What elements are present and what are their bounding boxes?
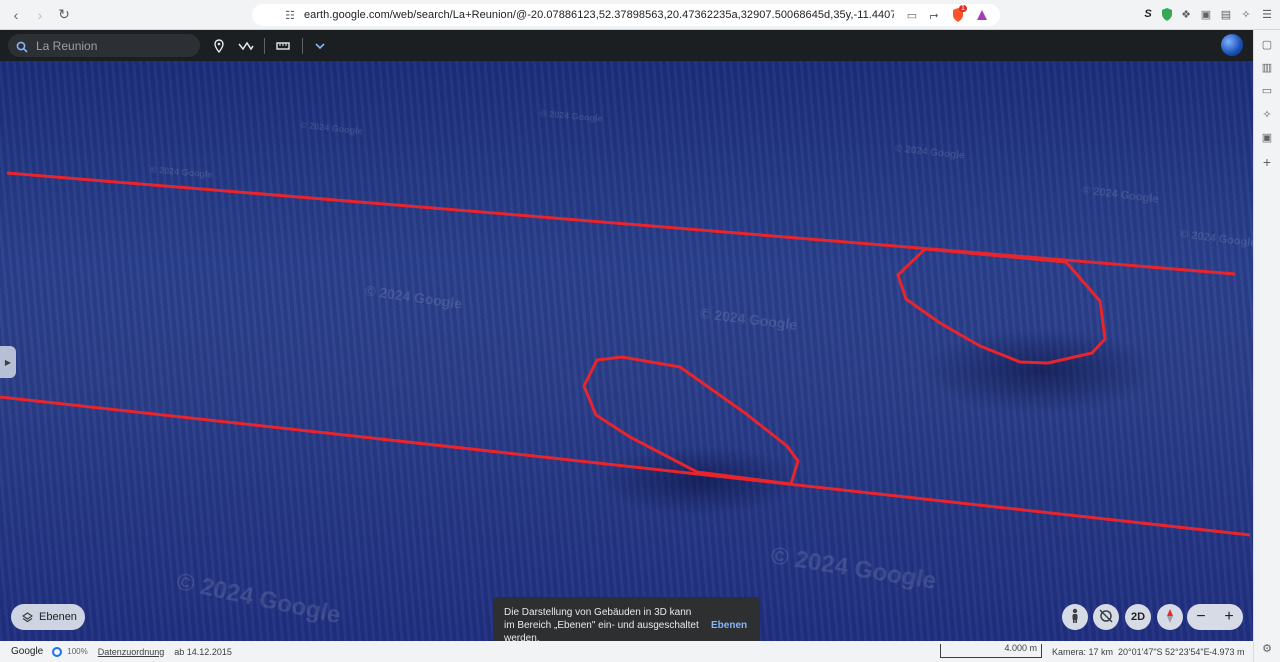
status-bar: Google 100% Datenzuordnung ab 14.12.2015… xyxy=(0,641,1253,662)
elevation: -4.973 m xyxy=(1209,646,1245,657)
leo-side-icon[interactable]: ✧ xyxy=(1259,106,1275,122)
mode-2d-button[interactable]: 2D xyxy=(1125,604,1151,630)
caret-right-icon: ▶ xyxy=(4,357,12,367)
address-bar[interactable]: ☷ earth.google.com/web/search/La+Reunion… xyxy=(252,4,1000,26)
toolbar-divider xyxy=(302,38,303,54)
url-text[interactable]: earth.google.com/web/search/La+Reunion/@… xyxy=(304,9,894,21)
browser-toolbar: ‹ › ↻ ☷ earth.google.com/web/search/La+R… xyxy=(0,0,1280,30)
add-panel-icon[interactable]: + xyxy=(1259,154,1275,170)
scale-bar: 4.000 m xyxy=(940,643,1042,658)
pin-icon[interactable] xyxy=(209,36,229,56)
attribution-link[interactable]: Datenzuordnung xyxy=(98,647,165,657)
toast-message: Die Darstellung von Gebäuden in 3D kann … xyxy=(504,607,699,644)
browser-side-panel: ▢ ▥ ▭ ✧ ▣ + ⚙ xyxy=(1253,30,1280,662)
rotate-reset-icon xyxy=(1098,608,1114,627)
chevron-right-icon: › xyxy=(37,6,43,23)
chevron-down-icon[interactable] xyxy=(310,36,330,56)
globe-icon[interactable] xyxy=(1221,34,1243,56)
progress-ring-icon xyxy=(52,646,63,657)
shield-badge: 1 xyxy=(959,5,967,12)
reload-button[interactable]: ↻ xyxy=(54,5,74,25)
media-icon[interactable]: ▭ xyxy=(1259,82,1275,98)
settings-icon[interactable]: ⚙ xyxy=(1259,640,1275,656)
layers-button[interactable]: Ebenen xyxy=(11,604,85,630)
chevron-left-icon: ‹ xyxy=(13,6,19,23)
coordinates: 20°01'47"S 52°23'54"E xyxy=(1118,646,1210,657)
progress-label: 100% xyxy=(67,647,88,656)
ruler-icon[interactable] xyxy=(273,36,293,56)
compass-button[interactable] xyxy=(1157,604,1183,630)
wallet-icon[interactable]: ▤ xyxy=(1218,6,1234,22)
path-icon[interactable] xyxy=(236,36,256,56)
expand-panel-button[interactable]: ▶ xyxy=(0,346,16,378)
compass-icon xyxy=(1164,608,1176,627)
rewards-icon[interactable] xyxy=(974,7,990,23)
reload-icon: ↻ xyxy=(58,6,70,22)
annotation-upper-line xyxy=(6,171,1236,276)
zoom-in-button[interactable]: + xyxy=(1224,608,1233,626)
back-button[interactable]: ‹ xyxy=(6,5,26,25)
mode-2d-label: 2D xyxy=(1130,611,1146,623)
pegman-icon xyxy=(1070,608,1080,627)
shield-ext-icon[interactable] xyxy=(1159,6,1175,22)
toast-layers-link[interactable]: Ebenen xyxy=(711,619,747,632)
tune-icon[interactable]: ☷ xyxy=(282,7,298,23)
layers-label: Ebenen xyxy=(39,611,77,623)
earth-map-view[interactable]: © 2024 Google © 2024 Google © 2024 Googl… xyxy=(0,61,1253,641)
earth-toolbar xyxy=(0,30,1253,61)
annotation-right-loop xyxy=(896,247,1107,365)
zoom-control: − + xyxy=(1187,604,1243,630)
leo-icon[interactable]: ✧ xyxy=(1238,6,1254,22)
toolbar-divider xyxy=(264,38,265,54)
imagery-date: ab 14.12.2015 xyxy=(174,646,232,657)
forward-button[interactable]: › xyxy=(30,5,50,25)
extension-s-icon[interactable]: S xyxy=(1140,6,1156,22)
google-brand: Google xyxy=(11,646,44,657)
layers-icon xyxy=(21,611,34,623)
share-icon[interactable]: ⮣ xyxy=(926,7,942,23)
pegman-button[interactable] xyxy=(1062,604,1088,630)
red-annotations xyxy=(0,171,1251,537)
wallet-side-icon[interactable]: ▢ xyxy=(1259,36,1275,52)
search-input[interactable] xyxy=(36,38,186,53)
cast-icon[interactable]: ▭ xyxy=(904,7,920,23)
search-icon[interactable] xyxy=(16,40,28,53)
sidebar-toggle-icon[interactable]: ▣ xyxy=(1198,6,1214,22)
bookmarks-side-icon[interactable]: ▣ xyxy=(1259,129,1275,145)
reset-view-button[interactable] xyxy=(1093,604,1119,630)
annotation-lower-line xyxy=(0,395,1251,537)
puzzle-icon[interactable]: ❖ xyxy=(1178,6,1194,22)
search-box[interactable] xyxy=(8,34,200,57)
reading-list-icon[interactable]: ▥ xyxy=(1259,59,1275,75)
camera-altitude: Kamera: 17 km xyxy=(1052,646,1114,657)
scale-label: 4.000 m xyxy=(1004,643,1037,653)
menu-icon[interactable]: ☰ xyxy=(1259,6,1275,22)
zoom-out-button[interactable]: − xyxy=(1196,608,1205,626)
